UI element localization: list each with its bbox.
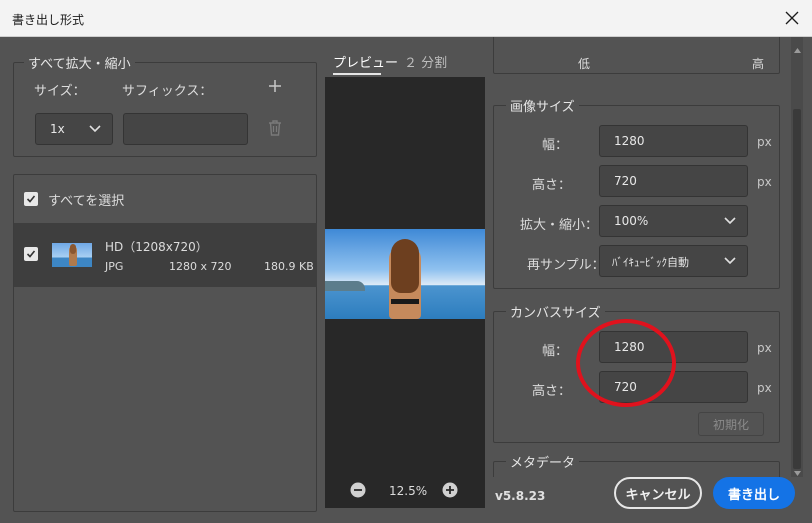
add-icon[interactable] [267, 78, 283, 97]
asset-name: HD（1208x720） [105, 240, 208, 254]
asset-row[interactable]: HD（1208x720） JPG 1280 x 720 180.9 KB [14, 223, 317, 287]
cancel-button[interactable]: キャンセル [614, 477, 702, 509]
scroll-up-icon[interactable] [794, 42, 801, 56]
size-label: サイズ： [34, 84, 86, 99]
canvas-height-unit: px [757, 381, 772, 395]
select-all-checkbox[interactable] [24, 192, 38, 206]
zoom-in-icon[interactable] [442, 482, 458, 501]
chevron-down-icon [88, 120, 102, 141]
asset-list: すべてを選択 HD（1208x720） JPG 1280 x 720 180.9… [13, 174, 317, 512]
preview-image [325, 229, 485, 319]
preview-canvas[interactable] [325, 77, 485, 508]
quality-group: 低 高 [493, 37, 780, 74]
image-width-unit: px [757, 135, 772, 149]
image-width-input[interactable]: 1280 [599, 125, 748, 157]
tab-preview-underline [333, 73, 381, 75]
resample-select[interactable]: ﾊﾞｲｷｭｰﾋﾞｯｸ自動 [599, 245, 748, 277]
asset-checkbox[interactable] [24, 247, 38, 261]
close-icon[interactable] [780, 6, 804, 30]
scroll-thumb[interactable] [793, 109, 801, 469]
image-height-input[interactable]: 720 [599, 165, 748, 197]
version-label: v5.8.23 [495, 489, 546, 503]
resample-label: 再サンプル： [527, 258, 605, 273]
canvas-width-label: 幅： [542, 344, 569, 359]
metadata-group: メタデータ [493, 452, 780, 477]
metadata-legend: メタデータ [506, 452, 580, 471]
image-size-legend: 画像サイズ [506, 96, 579, 115]
tab-preview[interactable]: プレビュー [333, 52, 398, 71]
image-width-label: 幅： [542, 138, 569, 153]
asset-filesize: 180.9 KB [264, 260, 314, 273]
trash-icon[interactable] [267, 119, 283, 140]
scale-all-legend: すべて拡大・縮小 [24, 53, 135, 72]
title-bar: 書き出し形式 [0, 0, 812, 37]
quality-high-label: 高 [752, 57, 765, 71]
quality-low-label: 低 [578, 57, 591, 71]
settings-scrollbar[interactable] [791, 37, 803, 477]
asset-dimensions: 1280 x 720 [169, 260, 232, 273]
zoom-level: 12.5% [389, 484, 428, 498]
image-height-unit: px [757, 175, 772, 189]
dialog-body: すべて拡大・縮小 サイズ： サフィックス： 1x すべてを選択 HD（1208x… [0, 37, 812, 523]
scroll-down-icon[interactable] [794, 465, 801, 479]
chevron-down-icon [723, 252, 737, 273]
canvas-height-label: 高さ： [532, 384, 572, 399]
image-scale-label: 拡大・縮小： [520, 218, 599, 233]
tab-split[interactable]: ２ 分割 [404, 52, 447, 71]
suffix-input[interactable] [123, 113, 248, 145]
chevron-down-icon [723, 212, 737, 233]
scale-select[interactable]: 1x [35, 113, 113, 145]
asset-format: JPG [105, 260, 124, 273]
annotation-circle [576, 319, 676, 407]
zoom-out-icon[interactable] [350, 482, 366, 501]
select-all-label[interactable]: すべてを選択 [48, 190, 124, 209]
image-height-label: 高さ： [532, 178, 572, 193]
scale-all-group: すべて拡大・縮小 サイズ： サフィックス： 1x [13, 53, 317, 157]
image-scale-select[interactable]: 100% [599, 205, 748, 237]
image-size-group: 画像サイズ 幅： 1280 px 高さ： 720 px 拡大・縮小： 100% … [493, 96, 780, 289]
suffix-label: サフィックス： [122, 84, 213, 99]
canvas-width-unit: px [757, 341, 772, 355]
export-button[interactable]: 書き出し [713, 477, 795, 509]
asset-thumbnail [52, 243, 92, 267]
window-title: 書き出し形式 [12, 13, 85, 27]
reset-button[interactable]: 初期化 [698, 412, 764, 436]
settings-panel: 低 高 画像サイズ 幅： 1280 px 高さ： 720 px 拡大・縮小： 1… [493, 37, 791, 477]
